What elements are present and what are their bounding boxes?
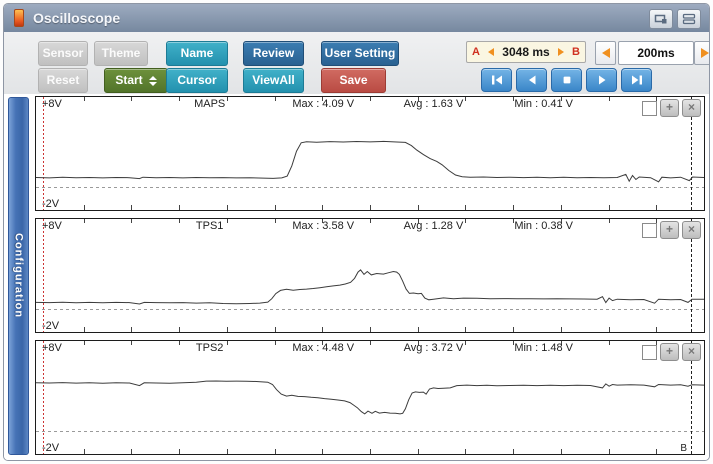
user-setting-button[interactable]: User Setting — [321, 41, 399, 66]
back-icon — [525, 73, 539, 87]
channel-name: MAPS — [194, 98, 225, 110]
timebase-value: 200ms — [618, 41, 694, 65]
scale-bottom-label: -2V — [42, 320, 59, 332]
save-button[interactable]: Save — [321, 68, 386, 93]
play-icon — [595, 73, 609, 87]
skip-to-end-button[interactable] — [621, 68, 652, 92]
ab-range-control[interactable]: A 3048 ms B — [466, 41, 586, 63]
channel-tps2: +8V TPS2 Max : 4.48 V Avg : 3.72 V Min :… — [35, 340, 705, 455]
skip-to-start-button[interactable] — [481, 68, 512, 92]
channel-name: TPS2 — [196, 342, 224, 354]
scale-top-label: +8V — [42, 98, 62, 110]
playback-controls — [481, 68, 652, 92]
stop-icon — [560, 73, 574, 87]
theme-button[interactable]: Theme — [94, 41, 148, 66]
scope-area: Configuration +8V MAPS Max : 4.09 V Avg … — [4, 94, 709, 460]
start-button-label: Start — [115, 73, 142, 87]
play-button[interactable] — [586, 68, 617, 92]
range-right-arrow-icon[interactable] — [558, 48, 564, 56]
step-back-button[interactable] — [516, 68, 547, 92]
channel-close-button[interactable]: × — [682, 343, 701, 361]
app-logo-icon — [14, 9, 24, 27]
stop-button[interactable] — [551, 68, 582, 92]
channel-zoom-button[interactable]: + — [660, 99, 679, 117]
oscilloscope-app: Oscilloscope Sensor Theme — [0, 0, 713, 464]
left-arrow-icon — [602, 48, 610, 58]
scale-bottom-label: -2V — [42, 442, 59, 454]
cursor-button[interactable]: Cursor — [166, 68, 228, 93]
start-button[interactable]: Start — [104, 68, 168, 93]
channel-select-checkbox[interactable] — [642, 101, 657, 116]
channel-tps1: +8V TPS1 Max : 3.58 V Avg : 1.28 V Min :… — [35, 218, 705, 333]
channel-zoom-button[interactable]: + — [660, 343, 679, 361]
channel-close-button[interactable]: × — [682, 99, 701, 117]
channel-close-button[interactable]: × — [682, 221, 701, 239]
channel-name: TPS1 — [196, 220, 224, 232]
configuration-label: Configuration — [13, 233, 25, 318]
reset-button[interactable]: Reset — [38, 68, 88, 93]
scale-bottom-label: -2V — [42, 198, 59, 210]
channel-zoom-button[interactable]: + — [660, 221, 679, 239]
tps2-waveform-plot[interactable] — [36, 341, 704, 454]
layout-button[interactable] — [677, 9, 701, 29]
channel-select-checkbox[interactable] — [642, 345, 657, 360]
max-value: Max : 4.48 V — [292, 342, 354, 354]
sensor-button[interactable]: Sensor — [38, 41, 88, 66]
app-window: Oscilloscope Sensor Theme — [3, 3, 710, 461]
timebase-decrease-button[interactable] — [595, 41, 616, 65]
range-left-arrow-icon[interactable] — [488, 48, 494, 56]
window-title: Oscilloscope — [33, 10, 120, 26]
channel-select-checkbox[interactable] — [642, 223, 657, 238]
max-value: Max : 4.09 V — [292, 98, 354, 110]
maps-waveform-plot[interactable] — [36, 97, 704, 210]
tps1-waveform-plot[interactable] — [36, 219, 704, 332]
configuration-sidebar[interactable]: Configuration — [8, 97, 29, 455]
avg-value: Avg : 1.28 V — [404, 220, 464, 232]
avg-value: Avg : 3.72 V — [404, 342, 464, 354]
scale-top-label: +8V — [42, 342, 62, 354]
timebase-increase-button[interactable] — [694, 41, 710, 65]
popout-window-button[interactable] — [649, 9, 673, 29]
min-value: Min : 0.41 V — [514, 98, 573, 110]
name-button[interactable]: Name — [166, 41, 228, 66]
cursor-b-marker: B — [680, 443, 687, 454]
channel-stack: +8V MAPS Max : 4.09 V Avg : 1.63 V Min :… — [35, 96, 705, 461]
avg-value: Avg : 1.63 V — [404, 98, 464, 110]
review-button[interactable]: Review — [243, 41, 304, 66]
right-arrow-icon — [701, 48, 709, 58]
scale-top-label: +8V — [42, 220, 62, 232]
title-bar[interactable]: Oscilloscope — [4, 4, 709, 33]
ab-range-value: 3048 ms — [502, 45, 549, 59]
channel-maps: +8V MAPS Max : 4.09 V Avg : 1.63 V Min :… — [35, 96, 705, 211]
popout-icon — [654, 13, 668, 25]
viewall-button[interactable]: ViewAll — [243, 68, 304, 93]
min-value: Min : 1.48 V — [514, 342, 573, 354]
min-value: Min : 0.38 V — [514, 220, 573, 232]
stacked-panels-icon — [682, 13, 696, 25]
start-spinner-icon[interactable] — [149, 76, 157, 86]
toolbar: Sensor Theme Name Review User Setting Re… — [4, 32, 709, 95]
cursor-a-label: A — [472, 46, 480, 58]
skip-start-icon — [490, 73, 504, 87]
max-value: Max : 3.58 V — [292, 220, 354, 232]
skip-end-icon — [630, 73, 644, 87]
cursor-b-label: B — [572, 46, 580, 58]
